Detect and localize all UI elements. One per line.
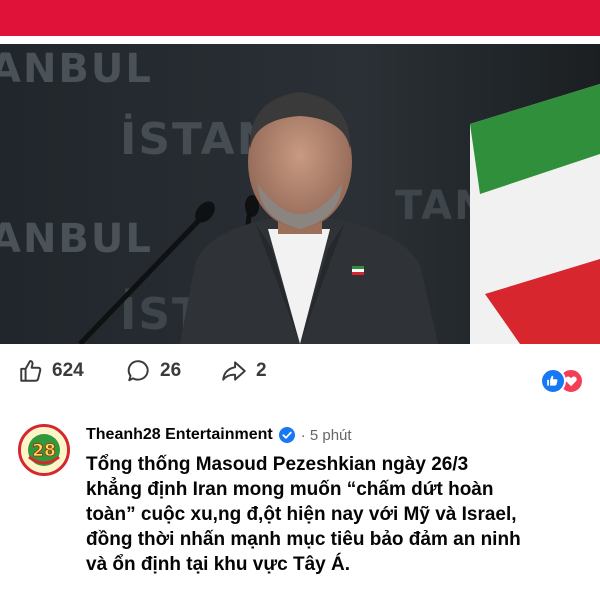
backdrop-word-3: ANBUL bbox=[0, 216, 153, 262]
comment-button[interactable]: 26 bbox=[126, 358, 181, 384]
banner-gap bbox=[0, 36, 600, 44]
like-icon bbox=[20, 360, 42, 382]
top-red-banner bbox=[0, 0, 600, 36]
post-line-2: khẳng định Iran mong muốn “chấm dứt hoàn bbox=[86, 479, 494, 500]
post-content: 28 Theanh28 Entertainment · 5 phút Tổng … bbox=[0, 412, 600, 600]
lapel-pin-icon bbox=[352, 266, 364, 275]
share-icon bbox=[222, 361, 246, 381]
post-line-1: Tổng thống Masoud Pezeshkian ngày 26/3 bbox=[86, 454, 469, 475]
comment-icon bbox=[127, 360, 149, 382]
like-count: 624 bbox=[52, 360, 84, 381]
page-avatar[interactable]: 28 bbox=[18, 424, 70, 476]
post-photo[interactable]: ANBUL İSTAN ANBUL İSTA TAN bbox=[0, 44, 600, 344]
post-line-5: và ổn định tại khu vực Tây Á. bbox=[86, 554, 350, 575]
post-body-text: Tổng thống Masoud Pezeshkian ngày 26/3 k… bbox=[86, 452, 586, 577]
iran-flag bbox=[470, 84, 600, 344]
share-button[interactable]: 2 bbox=[220, 358, 267, 384]
post-line-4: đồng thời nhấn mạnh mục tiêu bảo đảm an … bbox=[86, 529, 521, 550]
photo-illustration: ANBUL İSTAN ANBUL İSTA TAN bbox=[0, 44, 600, 344]
comment-count: 26 bbox=[160, 360, 182, 381]
reaction-summary[interactable] bbox=[540, 368, 584, 394]
post-actions-bar: 624 26 2 bbox=[0, 344, 600, 404]
post-timestamp[interactable]: · 5 phút bbox=[301, 427, 352, 444]
post-line-3: toàn” cuộc xu,ng đ,ột hiện nay với Mỹ và… bbox=[86, 504, 517, 525]
share-count: 2 bbox=[256, 360, 267, 381]
like-reaction-icon bbox=[540, 368, 566, 394]
verified-badge-icon bbox=[278, 427, 295, 443]
like-button[interactable]: 624 bbox=[18, 358, 84, 384]
page-name-link[interactable]: Theanh28 Entertainment bbox=[86, 426, 273, 444]
avatar-logo: 28 bbox=[22, 428, 66, 472]
avatar-logo-text: 28 bbox=[32, 441, 56, 461]
backdrop-word-1: ANBUL bbox=[0, 46, 153, 92]
post-header: Theanh28 Entertainment · 5 phút bbox=[86, 426, 352, 444]
